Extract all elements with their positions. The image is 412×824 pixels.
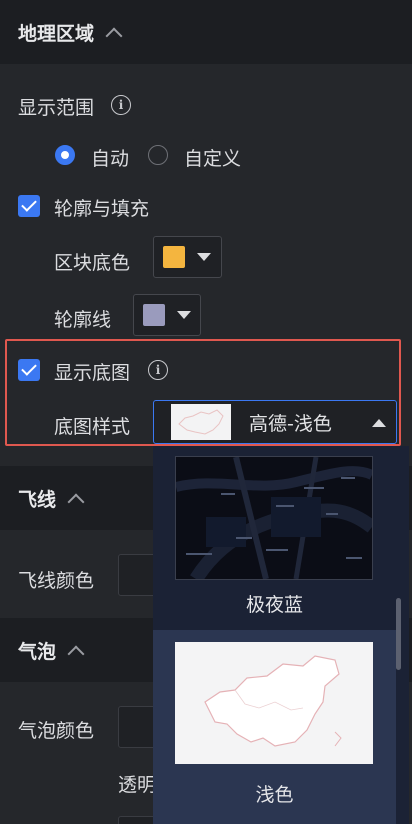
- display-range-label: 显示范围: [18, 97, 95, 119]
- info-icon[interactable]: i: [111, 95, 131, 115]
- caret-down-icon: [197, 253, 211, 261]
- base-map-style-select[interactable]: 高德-浅色: [153, 400, 397, 444]
- info-icon[interactable]: i: [148, 360, 168, 380]
- outline-color-picker[interactable]: [133, 294, 201, 336]
- chevron-up-icon[interactable]: [67, 493, 85, 511]
- outline-color-swatch: [143, 304, 165, 326]
- outline-fill-label: 轮廓与填充: [54, 198, 150, 220]
- night-blue-label: 极夜蓝: [245, 594, 303, 616]
- option-night-blue[interactable]: 极夜蓝: [153, 446, 396, 630]
- light-map-preview: [175, 642, 373, 764]
- base-map-style-value: 高德-浅色: [249, 412, 332, 435]
- flyline-color-label: 飞线颜色: [18, 570, 95, 592]
- radio-custom-label[interactable]: 自定义: [184, 144, 241, 171]
- base-map-thumbnail: [171, 404, 231, 440]
- flyline-color-picker[interactable]: [118, 554, 158, 596]
- block-color-swatch: [163, 246, 185, 268]
- outline-color-label: 轮廓线: [54, 309, 112, 331]
- dropdown-scrollbar[interactable]: [396, 598, 401, 670]
- flyline-section-title: 飞线: [18, 488, 57, 511]
- option-light[interactable]: 浅色: [153, 630, 396, 824]
- radio-auto-label[interactable]: 自动: [91, 144, 129, 171]
- caret-down-icon: [177, 311, 191, 319]
- bubble-color-label: 气泡颜色: [18, 720, 95, 742]
- block-color-picker[interactable]: [153, 236, 222, 278]
- geo-section-header[interactable]: 地理区域: [0, 0, 412, 64]
- chevron-up-icon[interactable]: [67, 645, 85, 663]
- base-map-style-dropdown: 极夜蓝 浅色: [153, 446, 409, 824]
- radio-custom[interactable]: [148, 145, 168, 165]
- bubble-color-picker[interactable]: [118, 706, 158, 748]
- radio-auto[interactable]: [55, 145, 75, 165]
- chevron-up-icon[interactable]: [105, 27, 123, 45]
- caret-up-icon: [372, 419, 386, 427]
- base-map-label: 显示底图: [54, 362, 131, 384]
- night-blue-map-preview: [174, 456, 377, 583]
- block-color-label: 区块底色: [54, 252, 131, 274]
- base-map-checkbox[interactable]: [18, 359, 40, 381]
- bubble-opacity-label: 透明: [118, 774, 157, 796]
- bubble-section-title: 气泡: [18, 640, 57, 663]
- base-map-style-label: 底图样式: [54, 416, 131, 438]
- outline-fill-checkbox[interactable]: [18, 195, 40, 217]
- geo-section-title: 地理区域: [18, 22, 95, 45]
- light-label: 浅色: [255, 784, 294, 806]
- bubble-opacity-input[interactable]: [118, 816, 158, 824]
